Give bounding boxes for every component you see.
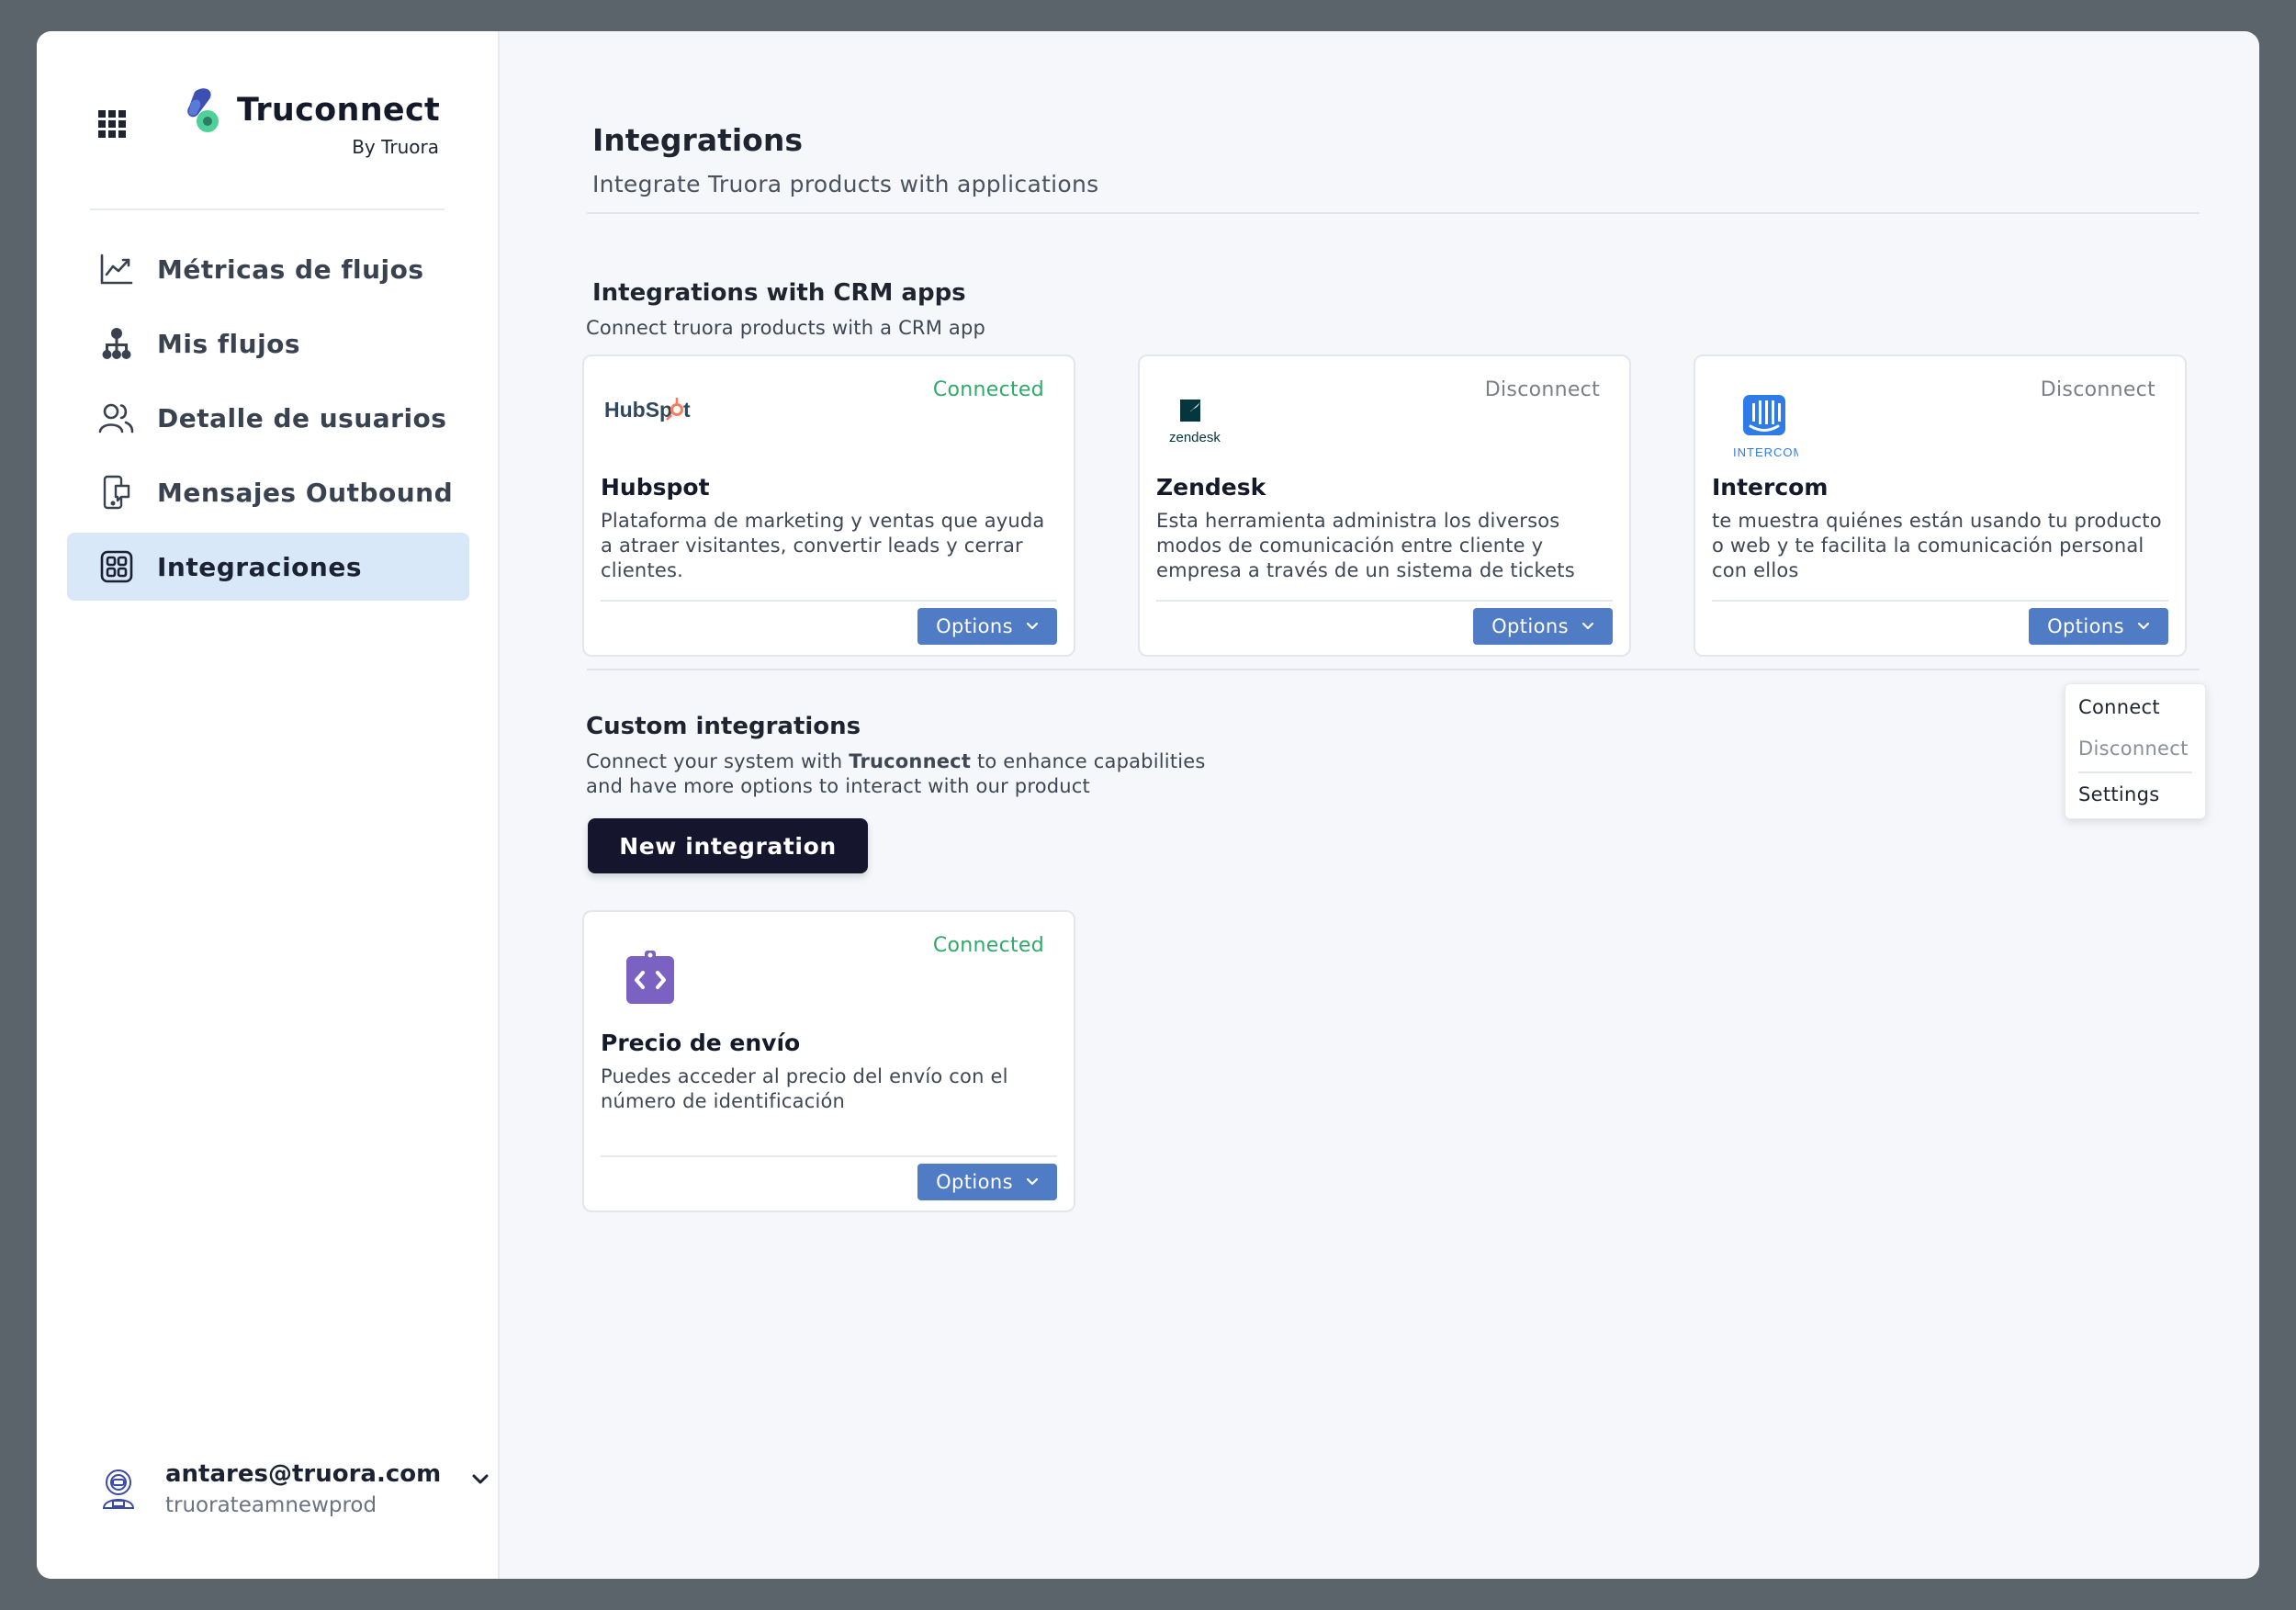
avatar: [102, 1469, 135, 1509]
flow-icon: [98, 325, 135, 362]
status-badge: Connected: [932, 934, 1044, 957]
menu-item-settings[interactable]: Settings: [2078, 783, 2160, 805]
options-label: Options: [2047, 615, 2124, 637]
code-clipboard-icon: [604, 947, 696, 1011]
sidebar-item-metricas[interactable]: Métricas de flujos: [67, 235, 469, 303]
custom-subtitle-brand: Truconnect: [849, 750, 972, 772]
integration-card-precio-envio: Connected Precio de envío Puedes acceder…: [582, 910, 1075, 1212]
card-title: Hubspot: [601, 474, 710, 501]
intercom-logo-icon: INTERCOM: [1716, 391, 1807, 459]
users-icon: [98, 400, 135, 436]
hubspot-logo-icon: HubSp t: [604, 391, 696, 456]
svg-text:zendesk: zendesk: [1169, 430, 1221, 445]
apps-grid-icon[interactable]: [98, 110, 126, 138]
status-badge: Disconnect: [1484, 378, 1600, 401]
svg-text:INTERCOM: INTERCOM: [1733, 445, 1798, 459]
card-title: Intercom: [1712, 474, 1829, 501]
crm-section-subtitle: Connect truora products with a CRM app: [586, 317, 986, 339]
chevron-down-icon: [1026, 622, 1039, 630]
card-divider: [1712, 600, 2168, 602]
menu-item-connect[interactable]: Connect: [2078, 696, 2160, 718]
card-divider: [601, 1155, 1057, 1157]
sidebar-nav: Métricas de flujos Mis flujos Detalle de…: [67, 235, 469, 607]
integrations-icon: [98, 548, 135, 585]
card-description: Plataforma de marketing y ventas que ayu…: [601, 510, 1045, 581]
sidebar-item-label: Mis flujos: [157, 328, 301, 359]
page-subtitle: Integrate Truora products with applicati…: [592, 171, 1099, 197]
header-divider: [587, 212, 2200, 214]
custom-subtitle-text: Connect your system with: [586, 750, 850, 772]
svg-text:t: t: [683, 398, 691, 422]
sidebar-item-integraciones[interactable]: Integraciones: [67, 533, 469, 601]
options-label: Options: [936, 1171, 1013, 1193]
custom-section-title: Custom integrations: [586, 713, 861, 740]
crm-section-title: Integrations with CRM apps: [592, 279, 966, 307]
sidebar-item-label: Mensajes Outbound: [157, 477, 454, 508]
section-divider: [587, 669, 2200, 670]
sidebar-item-label: Métricas de flujos: [157, 253, 424, 285]
svg-text:HubSp: HubSp: [604, 398, 672, 422]
truconnect-logo-icon: [187, 88, 219, 132]
brand-byline: By Truora: [352, 136, 439, 158]
main-content: Integrations Integrate Truora products w…: [500, 31, 2259, 1579]
integration-card-hubspot: Connected HubSp t Hubspot Plataforma de …: [582, 355, 1075, 657]
sidebar-item-mensajes-outbound[interactable]: Mensajes Outbound: [67, 458, 469, 526]
options-label: Options: [1491, 615, 1569, 637]
sidebar-item-label: Detalle de usuarios: [157, 402, 447, 433]
integration-card-intercom: Disconnect INTERCOM Intercom te muestra …: [1694, 355, 2187, 657]
user-email: antares@truora.com: [165, 1460, 442, 1488]
options-button[interactable]: Options: [917, 1164, 1057, 1200]
sidebar-item-mis-flujos[interactable]: Mis flujos: [67, 310, 469, 377]
menu-item-disconnect[interactable]: Disconnect: [2078, 737, 2189, 760]
options-label: Options: [936, 615, 1013, 637]
options-button[interactable]: Options: [2029, 608, 2168, 645]
chevron-down-icon: [2137, 622, 2150, 630]
options-button[interactable]: Options: [917, 608, 1057, 645]
sidebar-divider: [90, 208, 445, 210]
chevron-down-icon[interactable]: [471, 1473, 490, 1486]
user-menu[interactable]: antares@truora.com truorateamnewprod: [99, 1458, 489, 1532]
brand-name: Truconnect: [237, 92, 441, 129]
sidebar-item-label: Integraciones: [157, 551, 362, 582]
chart-icon: [98, 251, 135, 287]
zendesk-logo-icon: zendesk: [1160, 391, 1252, 456]
card-description: te muestra quiénes están usando tu produ…: [1712, 510, 2162, 581]
status-badge: Disconnect: [2040, 378, 2155, 401]
card-divider: [1156, 600, 1613, 602]
menu-divider: [2078, 771, 2192, 773]
sidebar: Truconnect By Truora Métricas de flujos: [37, 31, 500, 1579]
card-description: Esta herramienta administra los diversos…: [1156, 510, 1575, 581]
options-button[interactable]: Options: [1473, 608, 1613, 645]
custom-subtitle-text: to enhance capabilities: [971, 750, 1206, 772]
integration-card-zendesk: Disconnect zendesk Zendesk Esta herramie…: [1138, 355, 1631, 657]
card-title: Zendesk: [1156, 474, 1266, 501]
status-badge: Connected: [932, 378, 1044, 401]
custom-subtitle-text: and have more options to interact with o…: [586, 775, 1090, 797]
page-title: Integrations: [592, 122, 803, 158]
chevron-down-icon: [1581, 622, 1594, 630]
outbound-message-icon: [98, 474, 135, 511]
new-integration-button[interactable]: New integration: [588, 818, 868, 873]
options-dropdown-menu: Connect Disconnect Settings: [2065, 683, 2206, 819]
chevron-down-icon: [1026, 1177, 1039, 1186]
card-divider: [601, 600, 1057, 602]
card-title: Precio de envío: [601, 1030, 801, 1056]
custom-section-subtitle: Connect your system with Truconnect to e…: [586, 749, 1206, 799]
brand-logo[interactable]: Truconnect By Truora: [182, 86, 441, 169]
card-description: Puedes acceder al precio del envío con e…: [601, 1065, 1008, 1112]
user-team: truorateamnewprod: [165, 1493, 377, 1517]
sidebar-item-detalle-usuarios[interactable]: Detalle de usuarios: [67, 384, 469, 452]
app-window: Truconnect By Truora Métricas de flujos: [37, 31, 2259, 1579]
